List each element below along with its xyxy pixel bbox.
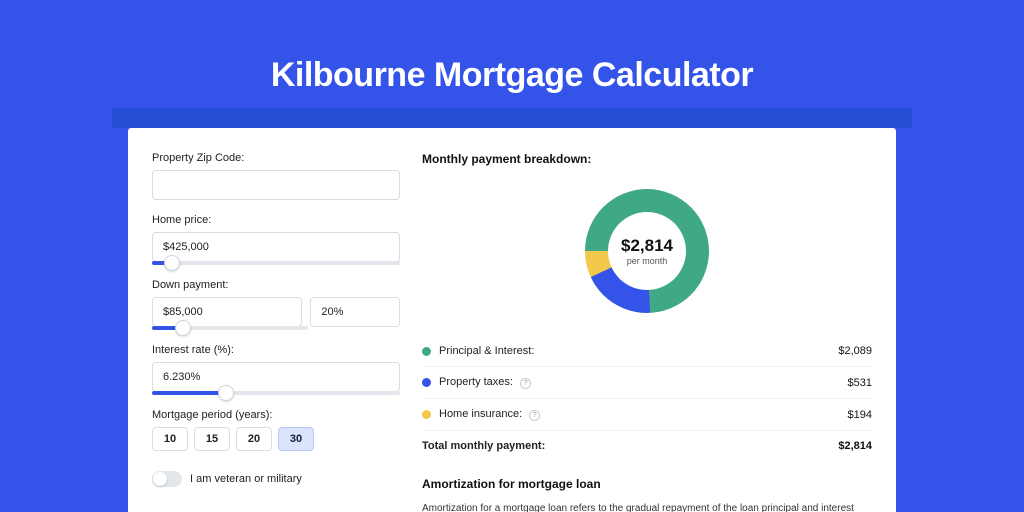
page-title: Kilbourne Mortgage Calculator <box>0 0 1024 95</box>
toggle-knob <box>153 472 167 486</box>
legend-label: Home insurance: ? <box>439 408 848 421</box>
donut-chart: $2,814 per month <box>422 176 872 326</box>
legend-value: $194 <box>848 409 872 421</box>
rate-label: Interest rate (%): <box>152 344 400 356</box>
rate-slider[interactable] <box>152 391 400 395</box>
legend-dot <box>422 410 431 419</box>
legend-dot <box>422 347 431 356</box>
donut-ring: $2,814 per month <box>585 189 709 313</box>
breakdown-title: Monthly payment breakdown: <box>422 152 872 166</box>
legend-value: $2,089 <box>838 345 872 357</box>
down-slider[interactable] <box>152 326 308 330</box>
rate-input[interactable] <box>152 362 400 392</box>
period-label: Mortgage period (years): <box>152 409 400 421</box>
period-buttons: 10152030 <box>152 427 400 451</box>
info-icon[interactable]: ? <box>520 378 531 389</box>
down-label: Down payment: <box>152 279 400 291</box>
donut-value: $2,814 <box>621 236 673 256</box>
period-option-10[interactable]: 10 <box>152 427 188 451</box>
legend-label: Property taxes: ? <box>439 376 848 389</box>
price-label: Home price: <box>152 214 400 226</box>
legend-row-2: Home insurance: ?$194 <box>422 399 872 431</box>
amort-text: Amortization for a mortgage loan refers … <box>422 501 872 512</box>
amortization-section: Amortization for mortgage loan Amortizat… <box>422 477 872 512</box>
legend-row-total: Total monthly payment:$2,814 <box>422 431 872 461</box>
legend-dot <box>422 378 431 387</box>
period-option-20[interactable]: 20 <box>236 427 272 451</box>
price-input[interactable] <box>152 232 400 262</box>
legend-value: $531 <box>848 377 872 389</box>
price-slider[interactable] <box>152 261 400 265</box>
donut-sub: per month <box>627 256 668 266</box>
period-option-30[interactable]: 30 <box>278 427 314 451</box>
calculator-card: Property Zip Code: Home price: Down paym… <box>128 128 896 512</box>
veteran-toggle[interactable] <box>152 471 182 487</box>
amort-title: Amortization for mortgage loan <box>422 477 872 491</box>
veteran-label: I am veteran or military <box>190 473 302 485</box>
legend: Principal & Interest:$2,089Property taxe… <box>422 336 872 461</box>
form-panel: Property Zip Code: Home price: Down paym… <box>152 152 400 512</box>
info-icon[interactable]: ? <box>529 410 540 421</box>
total-value: $2,814 <box>838 440 872 452</box>
down-pct-input[interactable] <box>310 297 400 327</box>
legend-label: Principal & Interest: <box>439 345 838 357</box>
donut-center: $2,814 per month <box>608 212 686 290</box>
total-label: Total monthly payment: <box>422 440 838 452</box>
legend-row-0: Principal & Interest:$2,089 <box>422 336 872 367</box>
rate-slider-thumb[interactable] <box>218 385 234 401</box>
legend-row-1: Property taxes: ?$531 <box>422 367 872 399</box>
decorative-stripe <box>112 108 912 128</box>
price-slider-thumb[interactable] <box>164 255 180 271</box>
rate-slider-fill <box>152 391 226 395</box>
zip-label: Property Zip Code: <box>152 152 400 164</box>
zip-input[interactable] <box>152 170 400 200</box>
down-amount-input[interactable] <box>152 297 302 327</box>
period-option-15[interactable]: 15 <box>194 427 230 451</box>
down-slider-thumb[interactable] <box>175 320 191 336</box>
results-panel: Monthly payment breakdown: $2,814 per mo… <box>422 152 872 512</box>
